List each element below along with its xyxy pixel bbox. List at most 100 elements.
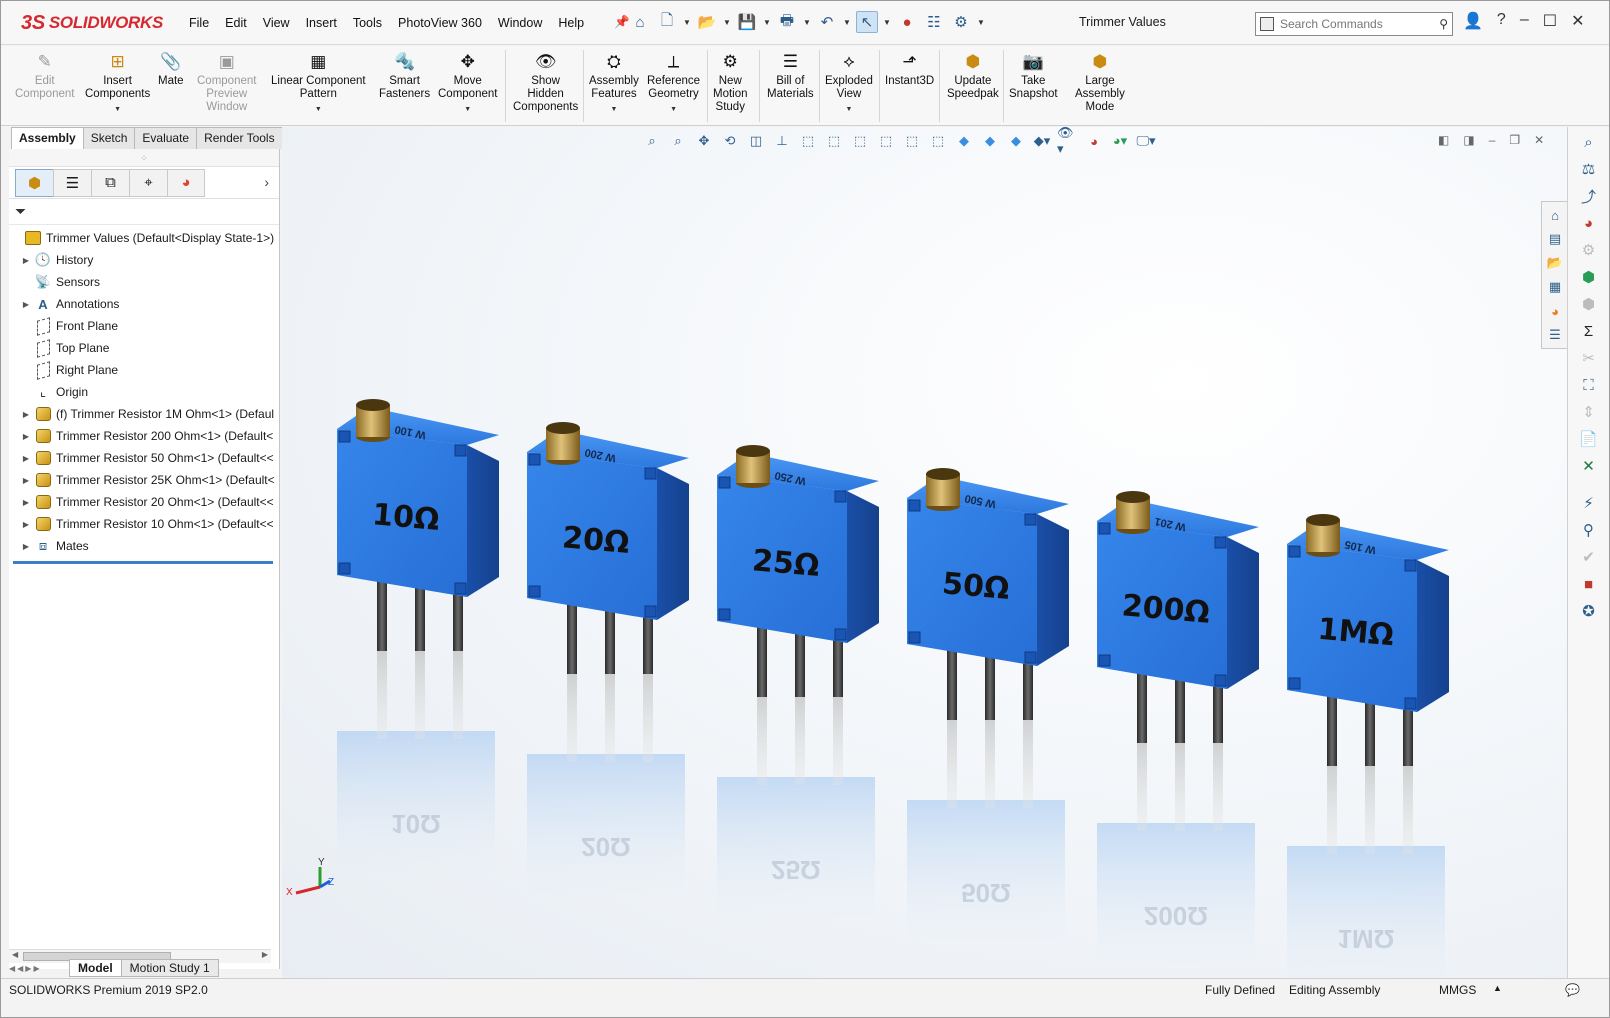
unit-system[interactable]: MMGS [1439,983,1476,997]
pin-menu-icon[interactable]: 📌 [606,15,630,31]
traffic-light-icon[interactable]: ● [896,11,918,33]
tab-evaluate[interactable]: Evaluate [134,127,198,149]
status-message-icon[interactable]: 💬 [1565,983,1580,997]
resistor-model[interactable]: 25ΩW 25025Ω [717,445,879,917]
configuration-manager-tab-icon[interactable]: ⧉ [91,168,129,197]
resistor-model[interactable]: 1MΩW 1051MΩ [1287,514,1449,986]
file-properties-icon[interactable]: ☷ [923,11,945,33]
take-snapshot-button[interactable]: 📷 Take Snapshot [1009,50,1058,101]
menu-tools[interactable]: Tools [345,16,390,30]
view-cube-front-icon[interactable]: ⬚ [823,131,845,151]
document-icon[interactable]: 📄 [1577,427,1601,451]
update-speedpak-button[interactable]: ⬢ Update Speedpak [947,50,999,101]
tree-item-component[interactable]: ▶ Trimmer Resistor 25K Ohm<1> (Default< [9,469,279,491]
panel-grip[interactable]: ⁘ [9,149,279,167]
tree-item-right-plane[interactable]: Right Plane [9,359,279,381]
view-cube-right-icon[interactable]: ⬚ [875,131,897,151]
search-icon[interactable]: ⚲ [1439,17,1448,31]
expand-arrow-icon[interactable]: ▶ [19,256,33,265]
menu-view[interactable]: View [255,16,298,30]
move-component-button[interactable]: ✥ Move Component ▼ [438,50,497,116]
menu-photoview[interactable]: PhotoView 360 [390,16,490,30]
minimize-icon[interactable]: – [1520,11,1529,31]
motion-icon[interactable]: ⇕ [1577,400,1601,424]
sum-icon[interactable]: Σ [1577,319,1601,343]
view-palette-icon[interactable]: ▦ [1544,276,1566,298]
view-cube-iso-icon[interactable]: ⬚ [901,131,923,151]
exploded-view-button[interactable]: ⟡ Exploded View ▼ [825,50,873,116]
appearances-pane-icon[interactable]: ⬢ [1577,265,1601,289]
tab-render-tools[interactable]: Render Tools [196,127,283,149]
expand-arrow-icon[interactable]: ▶ [19,300,33,309]
large-assembly-mode-button[interactable]: ⬢ Large Assembly Mode [1075,50,1125,114]
help-icon[interactable]: ? [1497,11,1506,31]
filter-icon[interactable]: ⏷ [15,203,26,220]
home-icon[interactable]: ⌂ [629,11,651,33]
feature-manager-tab-icon[interactable]: ⬢ [15,168,53,197]
expand-arrow-icon[interactable]: ▶ [19,432,33,441]
component-preview-button[interactable]: ▣ Component Preview Window [197,50,256,114]
tab-assembly[interactable]: Assembly [11,127,84,149]
tree-item-history[interactable]: ▶ 🕓 History [9,249,279,271]
tree-item-component[interactable]: ▶ Trimmer Resistor 10 Ohm<1> (Default<< [9,513,279,535]
shaded-edges-icon[interactable]: ◆ [953,131,975,151]
show-hidden-button[interactable]: 👁 Show Hidden Components [513,50,578,114]
resistor-model[interactable]: 200ΩW 201200Ω [1097,491,1259,963]
undo-icon[interactable]: ↶ [816,11,838,33]
tree-item-component[interactable]: ▶ (f) Trimmer Resistor 1M Ohm<1> (Defaul [9,403,279,425]
new-dropdown-icon[interactable]: ▼ [683,18,691,27]
menu-file[interactable]: File [181,16,217,30]
reference-geometry-button[interactable]: ⟂ Reference Geometry ▼ [647,50,700,116]
viewport-close-icon[interactable]: ✕ [1534,133,1544,147]
maximize-icon[interactable]: ☐ [1543,11,1557,31]
select-arrow-icon[interactable]: ↖ [856,11,878,33]
tree-item-component[interactable]: ▶ Trimmer Resistor 200 Ohm<1> (Default< [9,425,279,447]
zoom-to-area-icon[interactable]: ⌕ [667,131,689,151]
chevron-down-icon[interactable]: ▼ [610,103,617,116]
open-folder-icon[interactable]: 📂 [696,11,718,33]
restore-view-icon[interactable]: ◧ [1438,133,1449,147]
tree-item-annotations[interactable]: ▶ A Annotations [9,293,279,315]
print-icon[interactable]: 🖶 [776,11,798,33]
dynamic-annotation-icon[interactable]: ⊥ [771,131,793,151]
insert-components-button[interactable]: ⊞ Insert Components ▼ [85,50,150,116]
menu-insert[interactable]: Insert [298,16,345,30]
chevron-down-icon[interactable]: ▼ [846,103,853,116]
scroll-left-icon[interactable]: ◀ [12,950,18,959]
shaded-icon[interactable]: ◆ [979,131,1001,151]
property-manager-tab-icon[interactable]: ☰ [53,168,91,197]
resistor-model[interactable]: 20ΩW 20020Ω [527,422,689,894]
viewport-minimize-icon[interactable]: – [1489,133,1496,147]
expand-arrow-icon[interactable]: ▶ [19,410,33,419]
section-view-icon[interactable]: ◫ [745,131,767,151]
excel-icon[interactable]: ✕ [1577,454,1601,478]
tree-item-sensors[interactable]: 📡 Sensors [9,271,279,293]
home-view-icon[interactable]: ⌂ [1544,204,1566,226]
expand-arrow-icon[interactable]: ▶ [19,454,33,463]
tree-item-mates[interactable]: ▶ ⧈ Mates [9,535,279,557]
appearances-icon[interactable]: ◕ [1544,300,1566,322]
chevron-right-icon[interactable]: › [264,174,269,190]
search-input[interactable]: Search Commands [1280,17,1383,31]
view-settings-icon[interactable]: ◕▾ [1109,131,1131,151]
zoom-to-fit-icon[interactable]: ⌕ [641,131,663,151]
tree-rollback-bar[interactable] [13,561,273,564]
pan-icon[interactable]: ✥ [693,131,715,151]
units-dropdown-icon[interactable]: ▲ [1493,983,1502,993]
file-explorer-pane-icon[interactable]: ⤴ [1577,184,1601,208]
options-gear-icon[interactable]: ⚙ [950,11,972,33]
save-icon[interactable]: 💾 [736,11,758,33]
expand-arrow-icon[interactable]: ▶ [19,520,33,529]
tree-item-front-plane[interactable]: Front Plane [9,315,279,337]
user-icon[interactable]: 👤 [1463,11,1483,31]
view-palette-pane-icon[interactable]: ◕ [1577,211,1601,235]
new-document-icon[interactable]: 🗋 [656,11,678,33]
tab-motion-study[interactable]: Motion Study 1 [120,959,219,977]
check-icon[interactable]: ✔ [1577,545,1601,569]
search-commands-box[interactable]: Search Commands ⚲ [1255,12,1453,36]
tile-view-icon[interactable]: ◨ [1463,133,1474,147]
options-dropdown-icon[interactable]: ▼ [977,18,985,27]
custom-properties-icon[interactable]: ☰ [1544,324,1566,346]
chevron-down-icon[interactable]: ▼ [315,103,322,116]
tree-item-component[interactable]: ▶ Trimmer Resistor 50 Ohm<1> (Default<< [9,447,279,469]
